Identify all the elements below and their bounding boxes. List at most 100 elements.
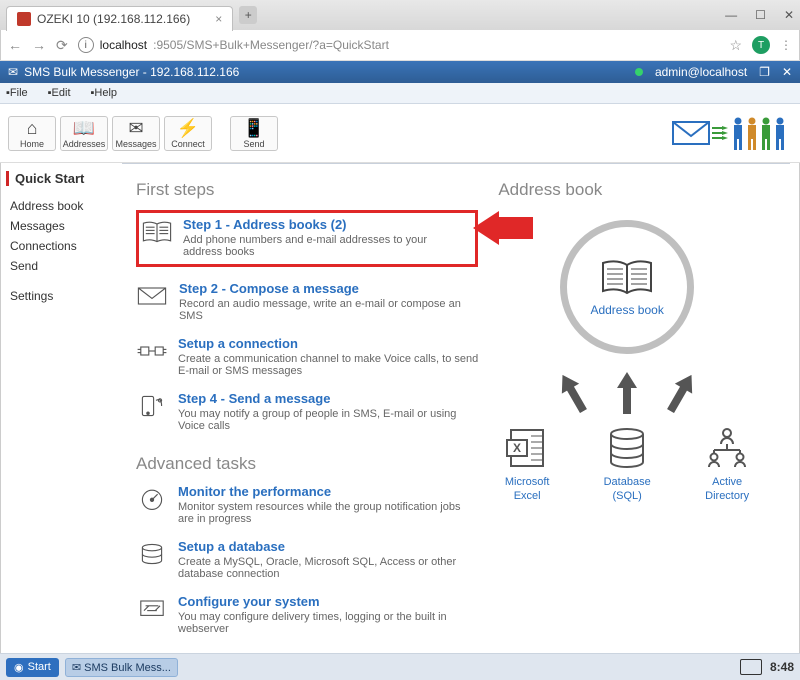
step-address-books[interactable]: Step 1 - Address books (2) Add phone num… <box>136 210 478 267</box>
book-icon <box>141 217 173 247</box>
clock: 8:48 <box>770 660 794 674</box>
keyboard-icon[interactable] <box>740 659 762 675</box>
step-desc: You may notify a group of people in SMS,… <box>178 408 478 432</box>
step-desc: Add phone numbers and e-mail addresses t… <box>183 234 465 258</box>
close-tab-icon[interactable]: × <box>215 12 222 26</box>
user-label[interactable]: admin@localhost <box>655 65 747 79</box>
sidebar-item-addressbook[interactable]: Address book <box>6 196 116 216</box>
app-titlebar: ✉ SMS Bulk Messenger - 192.168.112.166 a… <box>0 61 800 83</box>
send-button[interactable]: 📱Send <box>230 116 278 151</box>
settings-icon <box>136 594 168 624</box>
browser-tabstrip: OZEKI 10 (192.168.112.166) × + — ☐ ✕ <box>0 0 800 30</box>
step-title: Setup a connection <box>178 336 478 351</box>
phone-icon: 📱 <box>243 119 265 139</box>
reload-icon[interactable]: ⟳ <box>56 37 68 54</box>
plug-icon: ⚡ <box>177 119 199 139</box>
browser-toolbar: ← → ⟳ i localhost :9505/SMS+Bulk+Messenge… <box>0 30 800 61</box>
mobile-send-icon <box>136 391 168 421</box>
task-configure-system[interactable]: Configure your system You may configure d… <box>136 594 478 635</box>
address-book-node[interactable]: Address book <box>560 220 694 354</box>
step-title: Step 2 - Compose a message <box>179 281 478 296</box>
address-bar[interactable]: i localhost :9505/SMS+Bulk+Messenger/?a=Q… <box>78 37 720 53</box>
book-icon <box>599 257 655 297</box>
menu-icon[interactable]: ⋮ <box>780 38 792 52</box>
back-icon[interactable]: ← <box>8 37 22 53</box>
browser-tab[interactable]: OZEKI 10 (192.168.112.166) × <box>6 6 233 31</box>
step-title: Step 4 - Send a message <box>178 391 478 406</box>
source-label: Microsoft Excel <box>492 476 562 504</box>
app-icon: ✉ <box>8 65 18 79</box>
menu-edit[interactable]: ▪Edit <box>48 87 81 99</box>
svg-text:X: X <box>513 441 521 455</box>
source-database[interactable]: Database (SQL) <box>592 426 662 504</box>
step-title: Step 1 - Address books (2) <box>183 217 465 232</box>
start-icon: ◉ <box>14 661 24 674</box>
start-button[interactable]: ◉Start <box>6 658 59 677</box>
step-send-message[interactable]: Step 4 - Send a message You may notify a … <box>136 391 478 432</box>
node-label: Address book <box>590 303 663 317</box>
new-tab-button[interactable]: + <box>239 6 257 24</box>
task-setup-database[interactable]: Setup a databaseCreate a MySQL, Oracle, … <box>136 539 478 580</box>
diagram-arrows <box>559 372 695 414</box>
app-menubar: ▪File ▪Edit ▪Help <box>0 83 800 104</box>
close-icon[interactable]: ✕ <box>784 8 794 22</box>
maximize-icon[interactable]: ☐ <box>755 8 766 22</box>
plug-icon <box>136 336 168 366</box>
callout-arrow-icon <box>473 211 533 245</box>
taskbar: ◉Start ✉ SMS Bulk Mess... 8:48 <box>0 653 800 680</box>
step-desc: Create a communication channel to make V… <box>178 353 478 377</box>
site-info-icon[interactable]: i <box>78 37 94 53</box>
menu-file[interactable]: ▪File <box>6 87 38 99</box>
minimize-icon[interactable]: — <box>725 8 737 22</box>
tab-title: OZEKI 10 (192.168.112.166) <box>37 12 190 26</box>
step-desc: Record an audio message, write an e-mail… <box>179 298 478 322</box>
window-close-icon[interactable]: ✕ <box>782 65 792 79</box>
step-title: Monitor the performance <box>178 484 478 499</box>
database-icon <box>605 426 649 470</box>
sidebar-title: Quick Start <box>6 171 116 186</box>
database-icon <box>136 539 168 569</box>
window-restore-icon[interactable]: ❐ <box>759 65 770 79</box>
app-toolbar: ⌂Home 📖Addresses ✉Messages ⚡Connect 📱Sen… <box>0 104 800 163</box>
step-setup-connection[interactable]: Setup a connection Create a communication… <box>136 336 478 377</box>
app-title: SMS Bulk Messenger - 192.168.112.166 <box>24 65 239 79</box>
section-first-steps: First steps <box>136 180 478 200</box>
address-book-icon: 📖 <box>73 119 95 139</box>
envelope-icon <box>136 281 169 311</box>
brand-logo <box>672 114 792 152</box>
status-dot-icon <box>635 68 643 76</box>
source-active-directory[interactable]: Active Directory <box>692 426 762 504</box>
sidebar-item-send[interactable]: Send <box>6 256 116 276</box>
step-desc: You may configure delivery times, loggin… <box>178 611 478 635</box>
source-label: Database (SQL) <box>592 476 662 504</box>
step-compose-message[interactable]: Step 2 - Compose a message Record an audi… <box>136 281 478 322</box>
bookmark-icon[interactable]: ☆ <box>729 37 742 54</box>
step-desc: Create a MySQL, Oracle, Microsoft SQL, A… <box>178 556 478 580</box>
profile-avatar[interactable]: T <box>752 36 770 54</box>
messages-button[interactable]: ✉Messages <box>112 116 160 151</box>
step-desc: Monitor system resources while the group… <box>178 501 478 525</box>
source-excel[interactable]: X Microsoft Excel <box>492 426 562 504</box>
task-monitor-performance[interactable]: Monitor the performance Monitor system re… <box>136 484 478 525</box>
gauge-icon <box>136 484 168 514</box>
favicon <box>17 12 31 26</box>
forward-icon[interactable]: → <box>32 37 46 53</box>
section-address-book: Address book <box>498 180 602 200</box>
step-title: Configure your system <box>178 594 478 609</box>
sidebar-item-settings[interactable]: Settings <box>6 286 116 306</box>
home-icon: ⌂ <box>27 119 38 139</box>
directory-icon <box>702 426 752 470</box>
sidebar: Quick Start Address book Messages Connec… <box>0 163 122 653</box>
envelope-icon: ✉ <box>72 662 84 674</box>
url-path: :9505/SMS+Bulk+Messenger/?a=QuickStart <box>153 38 389 52</box>
sidebar-item-messages[interactable]: Messages <box>6 216 116 236</box>
home-button[interactable]: ⌂Home <box>8 116 56 151</box>
envelope-icon: ✉ <box>128 119 143 139</box>
url-host: localhost <box>100 38 147 52</box>
taskbar-app[interactable]: ✉ SMS Bulk Mess... <box>65 658 178 677</box>
menu-help[interactable]: ▪Help <box>91 87 128 99</box>
section-advanced-tasks: Advanced tasks <box>136 454 478 474</box>
connect-button[interactable]: ⚡Connect <box>164 116 212 151</box>
addresses-button[interactable]: 📖Addresses <box>60 116 108 151</box>
sidebar-item-connections[interactable]: Connections <box>6 236 116 256</box>
